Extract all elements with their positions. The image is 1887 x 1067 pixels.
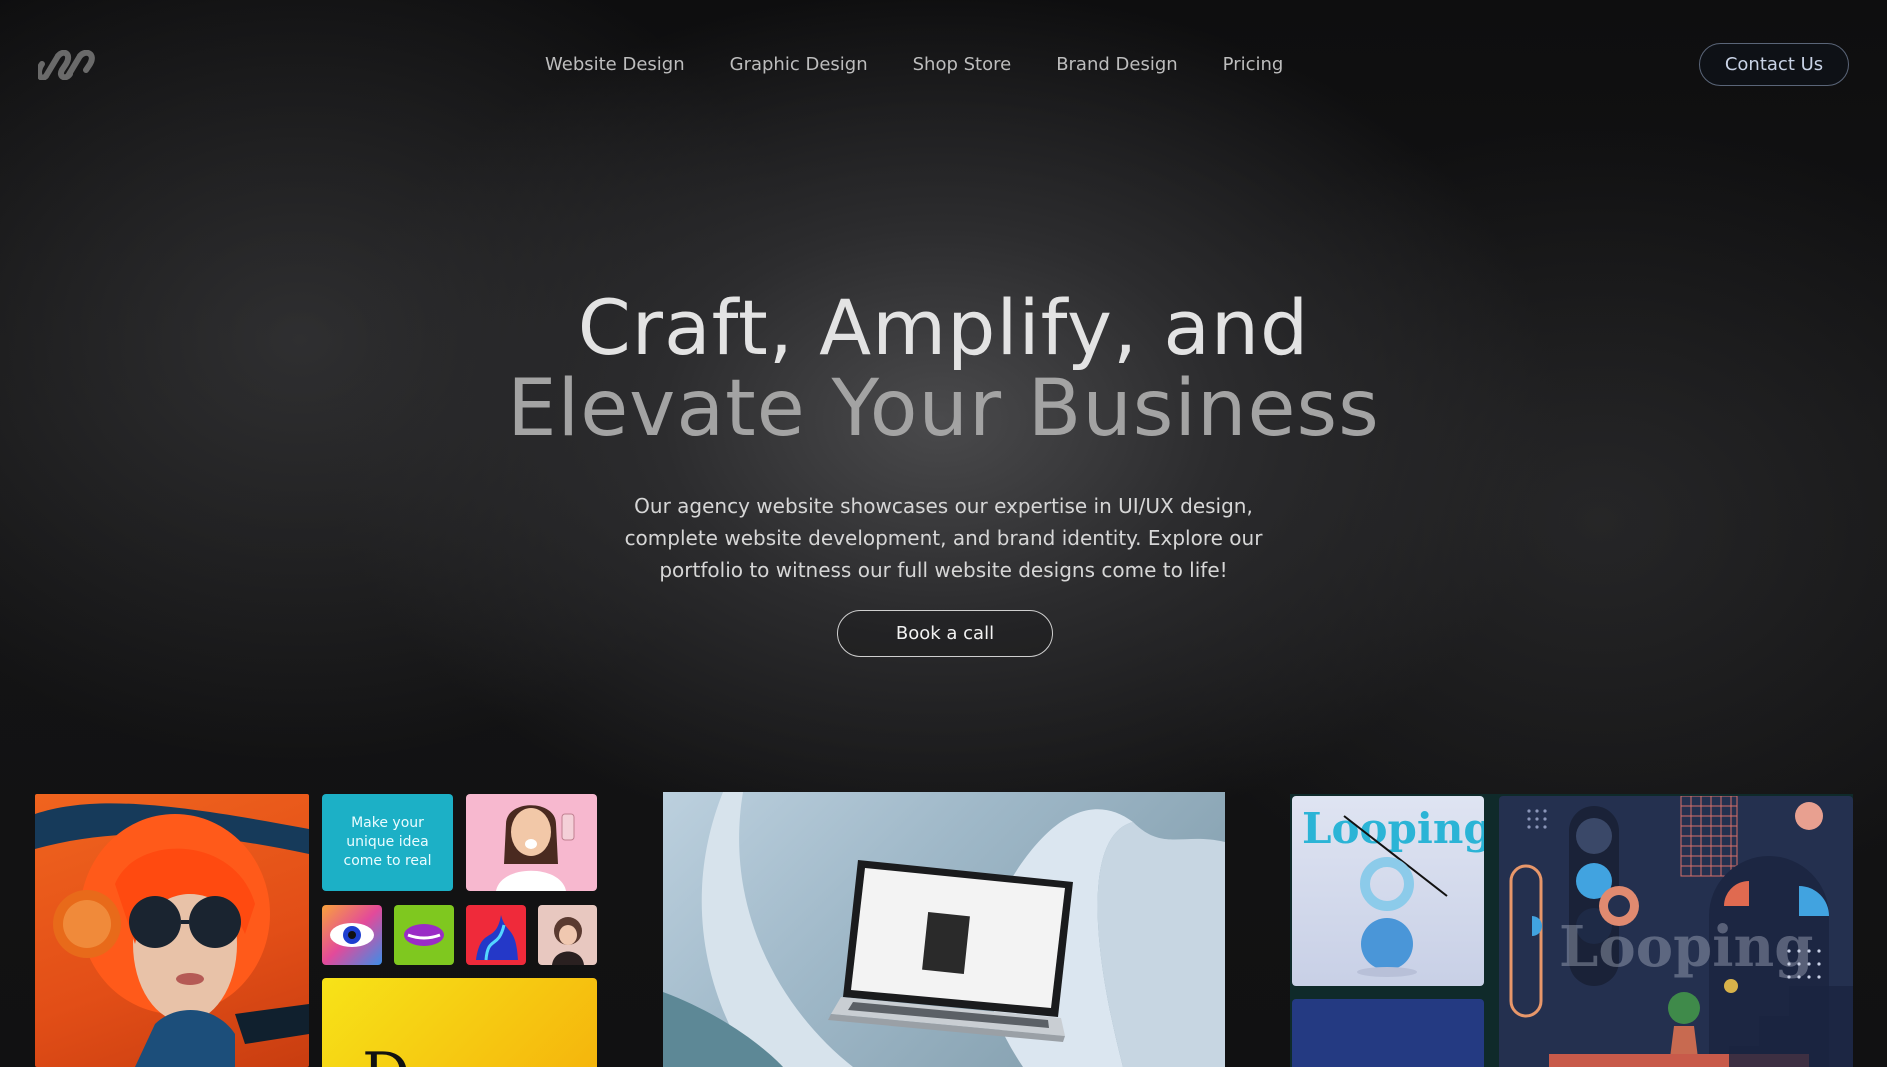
gallery-card-brand-design[interactable]: Looping Looping [1290, 794, 1853, 1067]
looping-3d-scene: Looping [1499, 796, 1853, 1067]
hero-title-line1: Craft, Amplify, and [577, 283, 1310, 372]
lips-artwork-tile [394, 905, 454, 965]
letter-glyph: D [362, 1040, 410, 1067]
gallery-card-website-design[interactable] [663, 792, 1225, 1067]
hero-title-line2: Elevate Your Business [507, 364, 1380, 454]
idea-text-tile: Make your unique idea come to real [322, 794, 453, 891]
laptop-mockup-image [663, 792, 1225, 1067]
abstract-wave-tile [466, 905, 526, 965]
looping-navy-tile [1292, 999, 1484, 1067]
nav-item-brand-design[interactable]: Brand Design [1056, 54, 1177, 75]
yellow-letter-tile: D [322, 978, 597, 1067]
contact-us-button[interactable]: Contact Us [1699, 43, 1849, 86]
hero-description: Our agency website showcases our experti… [624, 494, 1263, 582]
nav-item-pricing[interactable]: Pricing [1223, 54, 1284, 75]
woman-phone-image [466, 794, 597, 891]
idea-tile-text: Make your unique idea come to real [343, 815, 432, 869]
eye-artwork-tile [322, 905, 382, 965]
infinity-chain-logo-icon[interactable] [38, 50, 104, 80]
main-nav: Website Design Graphic Design Shop Store… [545, 54, 1328, 75]
book-a-call-button[interactable]: Book a call [837, 610, 1053, 657]
nav-item-shop-store[interactable]: Shop Store [913, 54, 1012, 75]
3d-character-tile [538, 905, 597, 965]
nav-item-website-design[interactable]: Website Design [545, 54, 685, 75]
looping-poster-light: Looping [1292, 796, 1484, 986]
nav-item-graphic-design[interactable]: Graphic Design [730, 54, 868, 75]
portrait-artwork-image [35, 794, 309, 1067]
looping-poster-text: Looping [1559, 914, 1814, 980]
gallery-card-graphic-design[interactable]: Make your unique idea come to real D [35, 794, 597, 1067]
